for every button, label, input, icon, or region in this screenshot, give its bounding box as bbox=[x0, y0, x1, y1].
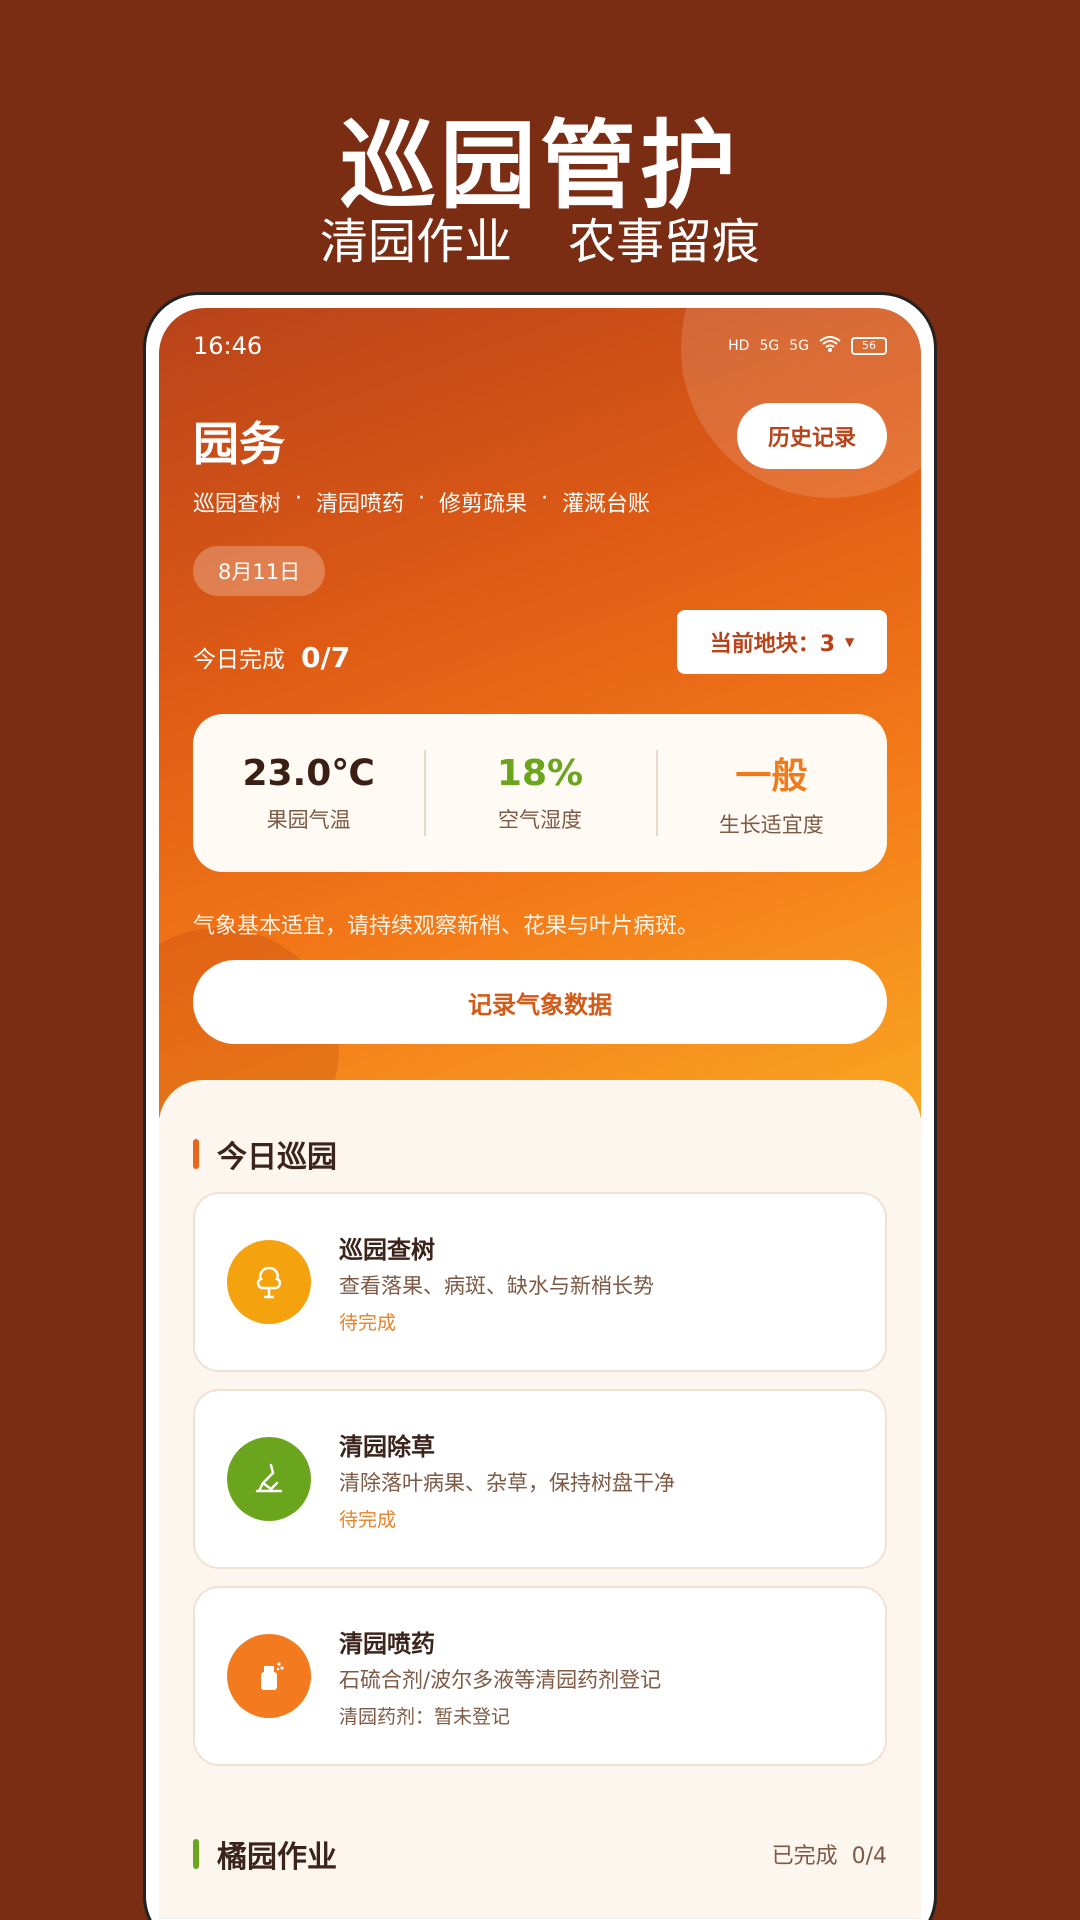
complete-label: 今日完成 bbox=[193, 647, 285, 673]
date-chip[interactable]: 8月11日 bbox=[193, 546, 326, 596]
content-panel: 今日巡园 巡园查树 查看落果、病斑、缺水与新梢长势 待完成 清园除草 清除落叶病… bbox=[159, 1080, 921, 1920]
page-title: 园务 bbox=[193, 417, 285, 471]
status-bar: 16:46 HD 5G 5G 56 bbox=[193, 328, 887, 364]
plot-select-label: 当前地块：3 bbox=[709, 632, 836, 657]
separator: · bbox=[295, 486, 303, 511]
plot-select[interactable]: 当前地块：3 ▼ bbox=[677, 610, 887, 674]
hd-icon: HD bbox=[728, 338, 750, 354]
suitability-label: 生长适宜度 bbox=[718, 813, 824, 837]
promo-subtitle: 清园作业 农事留痕 bbox=[0, 202, 1080, 272]
task-title: 巡园查树 bbox=[339, 1236, 435, 1264]
hero-header: 16:46 HD 5G 5G 56 园务 历史记录 巡园查树 · 清园喷药 · bbox=[159, 308, 921, 1118]
section-accent-bar bbox=[193, 1139, 199, 1169]
wifi-icon bbox=[819, 336, 841, 356]
task-status: 清园药剂：暂未登记 bbox=[339, 1706, 511, 1728]
status-time: 16:46 bbox=[193, 332, 263, 360]
task-title: 清园喷药 bbox=[339, 1630, 435, 1658]
today-complete: 今日完成 0/7 bbox=[193, 640, 350, 674]
section-today-patrol: 今日巡园 bbox=[193, 1132, 337, 1176]
chevron-down-icon: ▼ bbox=[845, 635, 855, 649]
record-weather-button[interactable]: 记录气象数据 bbox=[193, 960, 887, 1044]
task-card-weeding[interactable]: 清园除草 清除落叶病果、杂草，保持树盘干净 待完成 bbox=[193, 1389, 887, 1569]
weeding-icon bbox=[227, 1437, 311, 1521]
humidity-stat: 18% 空气湿度 bbox=[424, 714, 655, 872]
task-card-patrol[interactable]: 巡园查树 查看落果、病斑、缺水与新梢长势 待完成 bbox=[193, 1192, 887, 1372]
section-accent-bar bbox=[193, 1839, 199, 1869]
temperature-stat: 23.0℃ 果园气温 bbox=[193, 714, 424, 872]
task-status: 待完成 bbox=[339, 1312, 397, 1334]
module-patrol[interactable]: 巡园查树 bbox=[193, 486, 281, 518]
separator: · bbox=[541, 486, 549, 511]
task-card-spray[interactable]: 清园喷药 石硫合剂/波尔多液等清园药剂登记 清园药剂：暂未登记 bbox=[193, 1586, 887, 1766]
weather-advice: 气象基本适宜，请持续观察新梢、花果与叶片病斑。 bbox=[193, 914, 700, 939]
phone-frame: 16:46 HD 5G 5G 56 园务 历史记录 巡园查树 · 清园喷药 · bbox=[143, 292, 937, 1920]
humidity-label: 空气湿度 bbox=[497, 807, 582, 832]
section-title: 今日巡园 bbox=[217, 1140, 337, 1175]
task-status: 待完成 bbox=[339, 1509, 397, 1531]
suitability-stat: 一般 生长适宜度 bbox=[655, 714, 887, 872]
task-desc: 清除落叶病果、杂草，保持树盘干净 bbox=[339, 1471, 675, 1495]
module-irrigation[interactable]: 灌溉台账 bbox=[562, 486, 650, 518]
task-title: 清园除草 bbox=[339, 1433, 435, 1461]
task-desc: 石硫合剂/波尔多液等清园药剂登记 bbox=[339, 1668, 662, 1692]
weather-card: 23.0℃ 果园气温 18% 空气湿度 一般 生长适宜度 bbox=[193, 714, 887, 872]
section-title: 橘园作业 bbox=[217, 1840, 337, 1875]
module-spray[interactable]: 清园喷药 bbox=[316, 486, 404, 518]
status-icons: HD 5G 5G 56 bbox=[728, 336, 887, 356]
section-orchard-work: 橘园作业 bbox=[193, 1832, 337, 1876]
module-list: 巡园查树 · 清园喷药 · 修剪疏果 · 灌溉台账 bbox=[193, 486, 650, 518]
separator: · bbox=[418, 486, 426, 511]
complete-count: 0/7 bbox=[301, 641, 351, 674]
history-button[interactable]: 历史记录 bbox=[737, 403, 887, 469]
app-screen: 16:46 HD 5G 5G 56 园务 历史记录 巡园查树 · 清园喷药 · bbox=[159, 308, 921, 1920]
module-prune[interactable]: 修剪疏果 bbox=[439, 486, 527, 518]
signal-icon: 5G bbox=[759, 338, 780, 354]
temperature-value: 23.0℃ bbox=[242, 752, 375, 794]
task-desc: 查看落果、病斑、缺水与新梢长势 bbox=[339, 1274, 654, 1298]
tree-icon bbox=[227, 1240, 311, 1324]
spray-icon bbox=[227, 1634, 311, 1718]
promo-subtitle-right: 农事留痕 bbox=[568, 214, 761, 270]
signal-icon: 5G bbox=[789, 338, 809, 354]
temperature-label: 果园气温 bbox=[266, 807, 351, 832]
orchard-done-summary: 已完成 0/4 bbox=[771, 1844, 887, 1869]
suitability-value: 一般 bbox=[735, 756, 808, 797]
battery-icon: 56 bbox=[851, 337, 887, 355]
humidity-value: 18% bbox=[496, 752, 584, 794]
promo-subtitle-left: 清园作业 bbox=[319, 214, 512, 270]
